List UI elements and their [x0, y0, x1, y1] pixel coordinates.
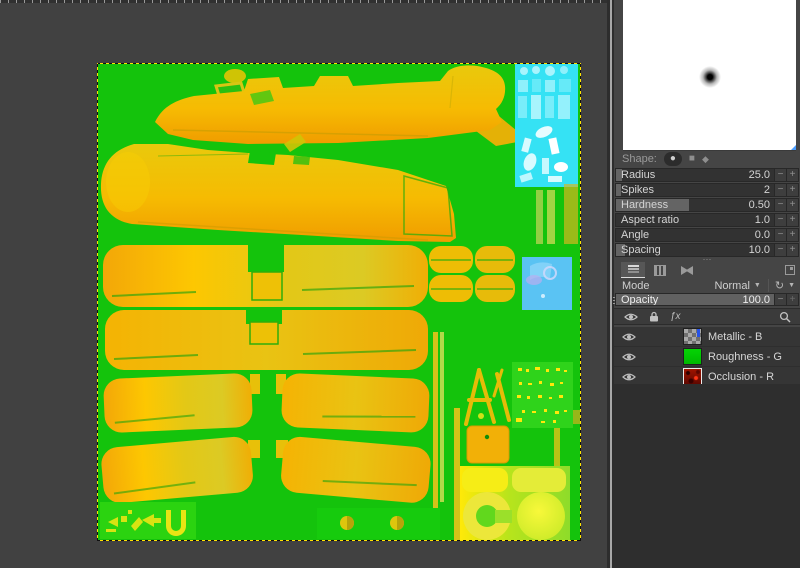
tab-paths[interactable]	[675, 263, 699, 278]
channels-icon	[654, 265, 666, 276]
engine-panel-blue	[522, 257, 572, 310]
right-dock-panel: Shape: ● ■ ◆ Radius 25.0 −+ Spikes 2 −+	[614, 0, 800, 568]
search-button[interactable]	[779, 311, 791, 323]
tab-layers[interactable]	[621, 262, 645, 278]
effects-filter-button[interactable]: ƒx	[670, 311, 681, 322]
brush-preview	[623, 0, 796, 151]
opacity-slider[interactable]: Opacity 100.0 −+	[615, 293, 799, 306]
layer-thumbnail[interactable]	[683, 368, 702, 385]
eye-icon	[622, 372, 636, 382]
plus-button[interactable]: +	[787, 183, 799, 197]
shape-circle-button[interactable]: ●	[664, 152, 682, 166]
shape-diamond-button[interactable]: ◆	[702, 152, 709, 166]
lock-filter-button[interactable]	[649, 311, 659, 322]
chevron-down-icon[interactable]: ▼	[754, 282, 761, 289]
horizontal-ruler	[0, 0, 607, 3]
brush-sliders: Radius 25.0 −+ Spikes 2 −+ Hardness 0.50…	[615, 168, 799, 258]
minus-button[interactable]: −	[775, 213, 787, 227]
paths-icon	[681, 266, 693, 275]
minus-button[interactable]: −	[775, 168, 787, 182]
layer-row-metallic[interactable]: Metallic - B	[614, 327, 800, 347]
minus-button[interactable]: −	[775, 183, 787, 197]
plus-button[interactable]: +	[787, 168, 799, 182]
plus-button[interactable]: +	[787, 243, 799, 257]
layer-boundary-ants	[97, 540, 581, 541]
layers-empty-area[interactable]	[614, 384, 800, 568]
layer-name[interactable]: Occlusion - R	[708, 371, 774, 383]
canvas-vertical-scrollbar[interactable]	[607, 0, 614, 568]
slider-radius[interactable]: Radius 25.0 −+	[615, 168, 799, 182]
layer-thumbnail[interactable]	[683, 328, 702, 345]
small-parts-box-middle	[317, 508, 440, 539]
eye-icon	[622, 352, 636, 362]
wheel-block	[460, 466, 570, 540]
wing-bar-2	[105, 310, 428, 370]
layer-name[interactable]: Roughness - G	[708, 351, 782, 363]
shape-square-button[interactable]: ■	[689, 152, 695, 166]
image-layer-boundary[interactable]	[98, 64, 580, 540]
slider-aspect-ratio[interactable]: Aspect ratio 1.0 −+	[615, 213, 799, 227]
slider-hardness[interactable]: Hardness 0.50 −+	[615, 198, 799, 212]
minus-button[interactable]: −	[775, 228, 787, 242]
cockpit-panel-cyan	[515, 64, 578, 187]
slider-spikes[interactable]: Spikes 2 −+	[615, 183, 799, 197]
mode-cycle-button[interactable]: ↻ ▼	[768, 279, 795, 292]
shape-selector-row: Shape: ● ■ ◆	[614, 150, 800, 167]
layer-mode-row: Mode Normal ▼ ↻ ▼	[614, 279, 800, 292]
tab-channels[interactable]	[648, 263, 672, 278]
eye-icon	[624, 312, 638, 322]
slider-angle[interactable]: Angle 0.0 −+	[615, 228, 799, 242]
plus-button[interactable]: +	[787, 293, 799, 306]
canvas-area[interactable]	[0, 0, 607, 568]
minus-button[interactable]: −	[775, 243, 787, 257]
layer-boundary-ants	[580, 63, 581, 541]
layer-filter-toolbar: ƒx	[614, 308, 800, 325]
search-icon	[779, 311, 791, 323]
tab-menu-button[interactable]	[785, 265, 795, 275]
gimp-window: Shape: ● ■ ◆ Radius 25.0 −+ Spikes 2 −+	[0, 0, 800, 568]
orange-tag	[467, 426, 509, 463]
plus-button[interactable]: +	[787, 198, 799, 212]
minus-button[interactable]: −	[775, 198, 787, 212]
speckle-panel	[512, 362, 573, 428]
layer-thumbnail[interactable]	[683, 348, 702, 365]
chevron-down-icon: ▼	[788, 282, 795, 289]
layer-visibility-toggle[interactable]	[614, 352, 644, 362]
texture-canvas[interactable]	[98, 64, 580, 540]
small-parts-box-left	[100, 502, 196, 539]
mode-dropdown[interactable]: Normal	[714, 280, 749, 292]
layers-list: Metallic - B Roughness - G O	[614, 327, 800, 387]
plus-button[interactable]: +	[787, 228, 799, 242]
opacity-value: 100.0	[742, 294, 770, 306]
wing-bar-1	[103, 245, 428, 307]
layer-visibility-toggle[interactable]	[614, 372, 644, 382]
layer-visibility-toggle[interactable]	[614, 332, 644, 342]
cycle-icon: ↻	[775, 279, 784, 292]
plus-button[interactable]: +	[787, 213, 799, 227]
eye-icon	[622, 332, 636, 342]
shape-label: Shape:	[622, 153, 657, 165]
layer-name[interactable]: Metallic - B	[708, 331, 762, 343]
scrollbar-thumb[interactable]	[610, 0, 612, 568]
mode-label: Mode	[622, 280, 650, 292]
minus-button[interactable]: −	[775, 293, 787, 306]
layers-icon	[628, 265, 639, 274]
lock-icon	[649, 311, 659, 322]
visibility-filter-button[interactable]	[624, 312, 638, 322]
layer-row-roughness[interactable]: Roughness - G	[614, 347, 800, 367]
opacity-label: Opacity	[621, 294, 658, 306]
dockable-tabs	[614, 262, 800, 278]
